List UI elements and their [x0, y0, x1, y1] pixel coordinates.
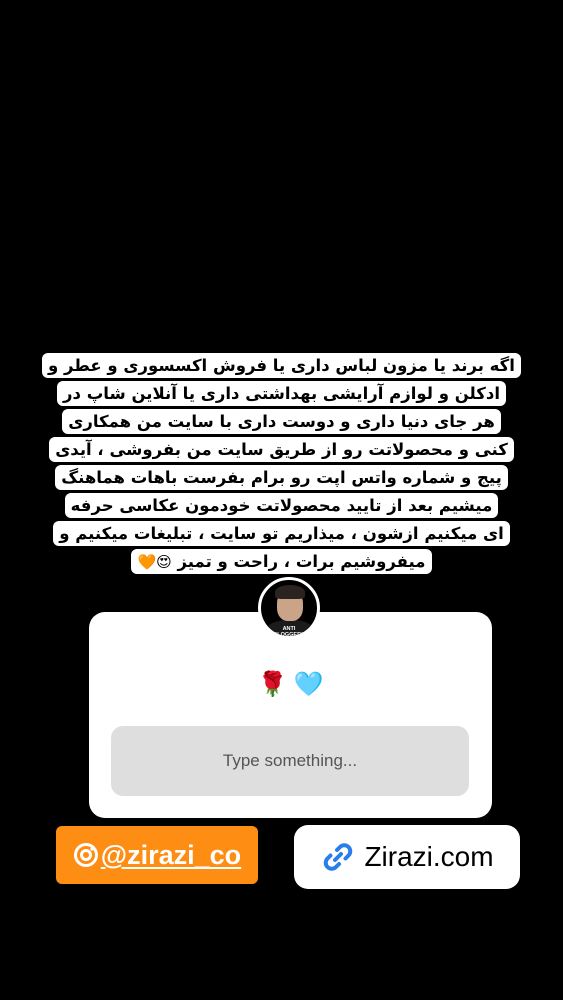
question-answer-input[interactable]: Type something... [111, 726, 469, 796]
caption-line: کنی و محصولاتت رو از طریق سایت من بفروشی… [49, 437, 514, 462]
caption-line: پیج و شماره واتس اپت رو برام بفرست باهات… [55, 465, 508, 490]
story-caption: اگه برند یا مزون لباس داری یا فروش اکسسو… [14, 352, 549, 576]
mention-sticker[interactable]: @zirazi_co [56, 826, 258, 884]
rose-emoji: 🌹 [257, 670, 288, 698]
caption-last-line: میفروشیم برات ، راحت و تمیز 😍🧡 [131, 549, 432, 574]
instagram-icon [73, 843, 98, 867]
question-prompt: 🌹 🩵 [89, 668, 492, 700]
link-sticker[interactable]: Zirazi.com [294, 825, 520, 889]
caption-line: ای میکنیم ازشون ، میذاریم تو سایت ، تبلی… [53, 521, 510, 546]
link-icon [324, 843, 353, 871]
caption-line-text: میفروشیم برات ، راحت و تمیز [177, 552, 426, 571]
caption-line: میشیم بعد از تایید محصولاتت خودمون عکاسی… [64, 493, 499, 518]
mention-handle: @zirazi_co [100, 839, 242, 870]
caption-line: ادکلن و لوازم آرایشی بهداشتی داری یا آنل… [57, 381, 506, 406]
heart-eyes-orange-heart-emoji: 😍🧡 [137, 553, 172, 571]
link-text: Zirazi.com [364, 841, 494, 872]
avatar-hair [275, 585, 305, 599]
caption-line: هر جای دنیا داری و دوست داری با سایت من … [62, 409, 501, 434]
light-blue-heart-emoji: 🩵 [293, 670, 324, 698]
caption-line: اگه برند یا مزون لباس داری یا فروش اکسسو… [42, 353, 521, 378]
avatar: ANTI BLOGGERS [258, 577, 320, 639]
